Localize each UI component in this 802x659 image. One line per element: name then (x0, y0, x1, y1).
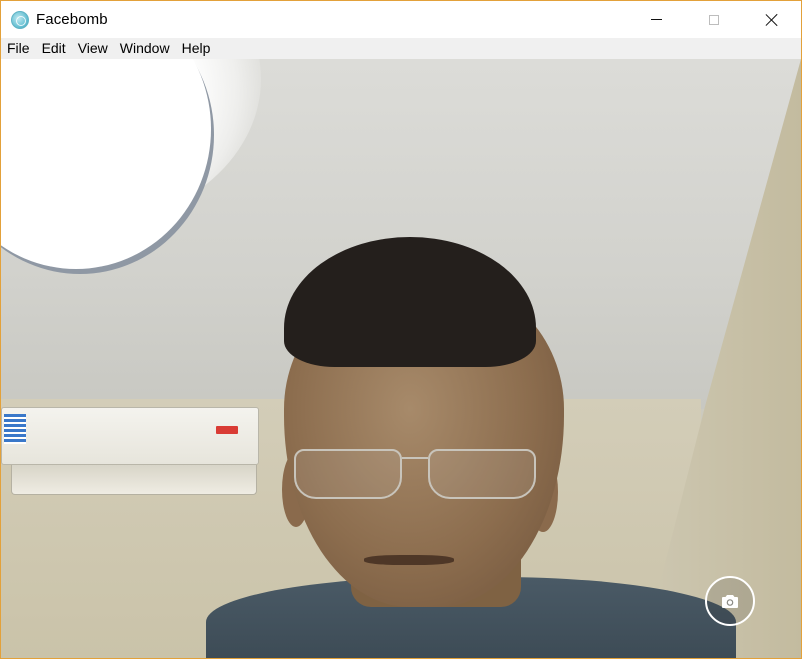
maximize-button[interactable] (685, 1, 743, 38)
app-window: Facebomb File Edit View Window Help (0, 0, 802, 659)
menu-bar: File Edit View Window Help (1, 38, 801, 59)
webcam-preview (1, 59, 801, 658)
close-button[interactable] (743, 1, 801, 38)
title-bar[interactable]: Facebomb (1, 1, 801, 38)
air-conditioner-sticker (4, 414, 26, 444)
camera-icon (722, 594, 738, 608)
glasses-bridge (402, 457, 428, 459)
maximize-icon (709, 14, 719, 25)
person-in-frame (206, 237, 736, 658)
person-hair (284, 237, 536, 367)
close-icon (765, 13, 779, 27)
glasses-right-lens (428, 449, 536, 499)
menu-window[interactable]: Window (114, 38, 176, 59)
menu-help[interactable]: Help (176, 38, 217, 59)
minimize-icon (650, 19, 662, 20)
glasses-left-lens (294, 449, 402, 499)
window-title: Facebomb (36, 11, 108, 28)
person-glasses (290, 437, 540, 499)
menu-file[interactable]: File (1, 38, 36, 59)
menu-edit[interactable]: Edit (36, 38, 72, 59)
facebomb-app-icon (11, 11, 29, 29)
person-mouth (364, 555, 454, 565)
minimize-button[interactable] (627, 1, 685, 38)
capture-photo-button[interactable] (705, 576, 755, 626)
menu-view[interactable]: View (72, 38, 114, 59)
